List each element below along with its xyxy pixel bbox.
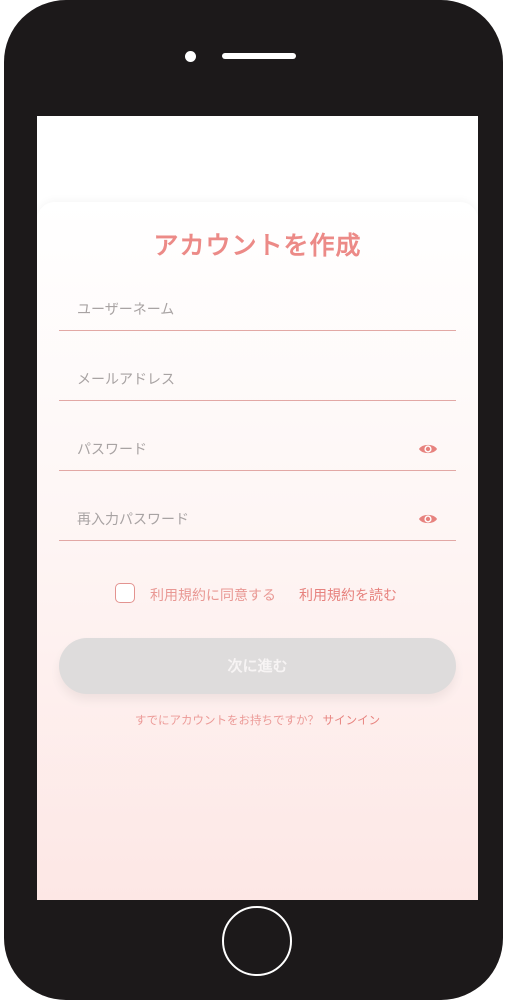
- username-input[interactable]: [77, 298, 397, 322]
- eye-icon[interactable]: [418, 442, 438, 456]
- signin-link[interactable]: サインイン: [323, 713, 381, 727]
- signin-row: すでにアカウントをお持ちですか？ サインイン: [37, 712, 478, 728]
- username-field: [59, 290, 456, 331]
- speaker-slot: [222, 53, 296, 59]
- phone-frame: アカウントを作成 利用規約に同意する 利用: [4, 0, 503, 1000]
- password-input[interactable]: [77, 438, 397, 462]
- camera-dot: [185, 51, 196, 62]
- app-screen: アカウントを作成 利用規約に同意する 利用: [37, 116, 478, 900]
- next-button[interactable]: 次に進む: [59, 638, 456, 694]
- password-confirm-field: [59, 500, 456, 541]
- terms-agree-label: 利用規約に同意する: [150, 588, 276, 604]
- email-field: [59, 360, 456, 401]
- password-field: [59, 430, 456, 471]
- signin-prompt: すでにアカウントをお持ちですか？: [134, 713, 319, 727]
- terms-checkbox[interactable]: [115, 583, 135, 603]
- email-input[interactable]: [77, 368, 397, 392]
- password-confirm-input[interactable]: [77, 508, 397, 532]
- read-terms-link[interactable]: 利用規約を読む: [299, 585, 397, 605]
- page-title: アカウントを作成: [153, 231, 362, 260]
- home-button[interactable]: [222, 906, 292, 976]
- eye-icon[interactable]: [418, 512, 438, 526]
